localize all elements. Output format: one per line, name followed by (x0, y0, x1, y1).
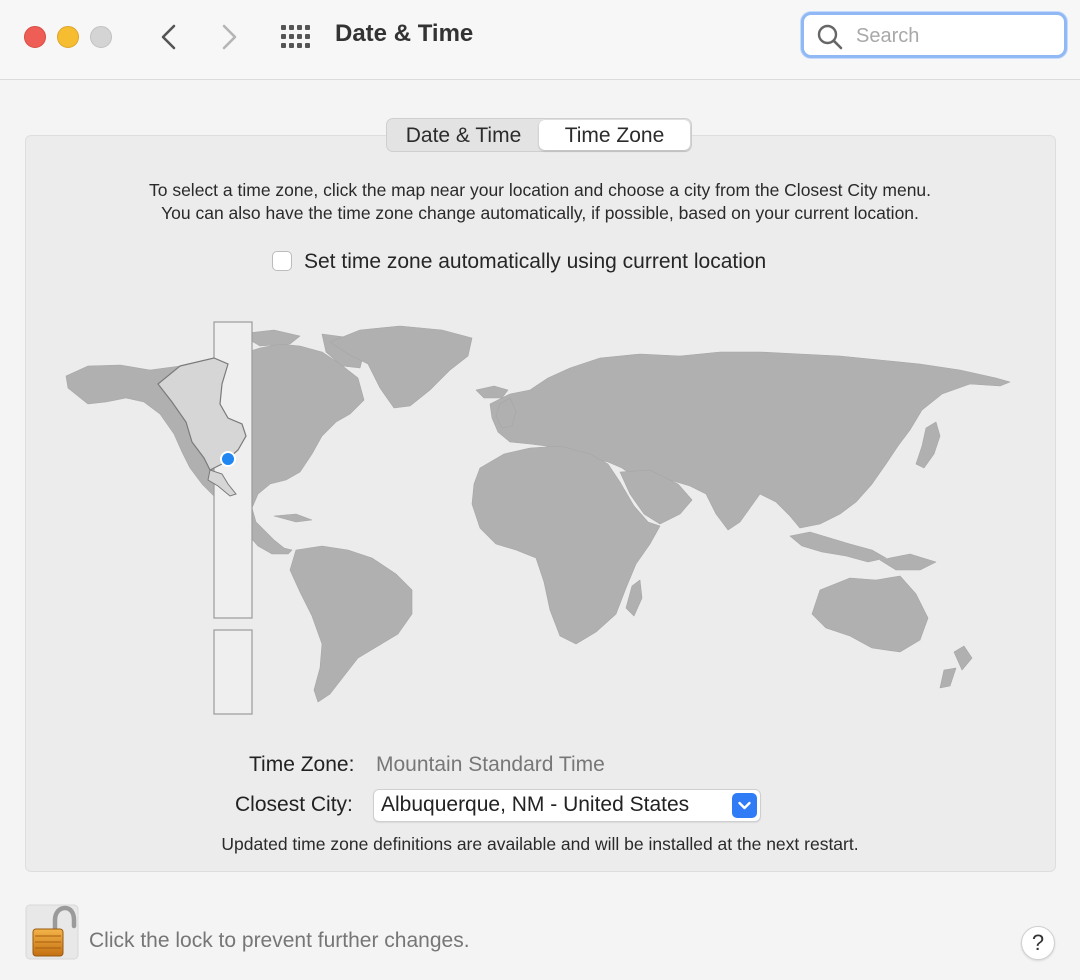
iceland[interactable] (475, 385, 509, 399)
lock-message: Click the lock to prevent further change… (89, 929, 470, 952)
chevron-left-icon (161, 24, 176, 50)
instructions-line-2: You can also have the time zone change a… (161, 203, 919, 223)
search-field[interactable] (801, 12, 1067, 58)
closest-city-value: Albuquerque, NM - United States (381, 793, 690, 816)
minimize-window-button[interactable] (57, 26, 79, 48)
search-icon (817, 24, 843, 50)
south-america[interactable] (289, 545, 413, 703)
update-note: Updated time zone definitions are availa… (221, 834, 859, 854)
auto-timezone-label[interactable]: Set time zone automatically using curren… (304, 250, 766, 274)
closest-city-popup[interactable]: Albuquerque, NM - United States (373, 789, 761, 822)
new-guinea[interactable] (879, 553, 937, 571)
selected-time-zone[interactable] (157, 321, 253, 715)
tab-date-time[interactable]: Date & Time (388, 120, 539, 150)
chevron-down-icon (732, 793, 757, 818)
instructions: To select a time zone, click the map nea… (40, 179, 1040, 225)
zoom-window-button[interactable] (90, 26, 112, 48)
time-zone-value: Mountain Standard Time (376, 753, 605, 776)
title-bar: Date & Time (0, 0, 1080, 80)
chevron-right-icon (222, 24, 237, 50)
search-input[interactable] (854, 21, 1058, 51)
japan[interactable] (915, 421, 941, 469)
world-map[interactable] (60, 318, 1020, 718)
instructions-line-1: To select a time zone, click the map nea… (148, 180, 932, 200)
cuba[interactable] (273, 513, 313, 523)
forward-button[interactable] (214, 20, 244, 54)
tab-time-zone[interactable]: Time Zone (539, 120, 690, 150)
tab-bar: Date & Time Time Zone (386, 118, 692, 152)
grid-icon (281, 25, 310, 48)
new-zealand[interactable] (939, 645, 973, 689)
back-button[interactable] (154, 20, 184, 54)
southeast-asia-islands[interactable] (789, 531, 887, 563)
australia[interactable] (811, 575, 929, 653)
closest-city-label: Closest City: (235, 793, 353, 816)
window-title: Date & Time (335, 20, 474, 47)
lock-button[interactable] (25, 904, 79, 960)
help-button[interactable]: ? (1021, 926, 1055, 960)
lock-open-icon (25, 904, 79, 960)
show-all-button[interactable] (280, 24, 312, 50)
location-marker (220, 451, 236, 467)
close-window-button[interactable] (24, 26, 46, 48)
auto-timezone-checkbox[interactable] (272, 251, 292, 271)
madagascar[interactable] (625, 579, 643, 617)
time-zone-label: Time Zone: (249, 753, 355, 776)
